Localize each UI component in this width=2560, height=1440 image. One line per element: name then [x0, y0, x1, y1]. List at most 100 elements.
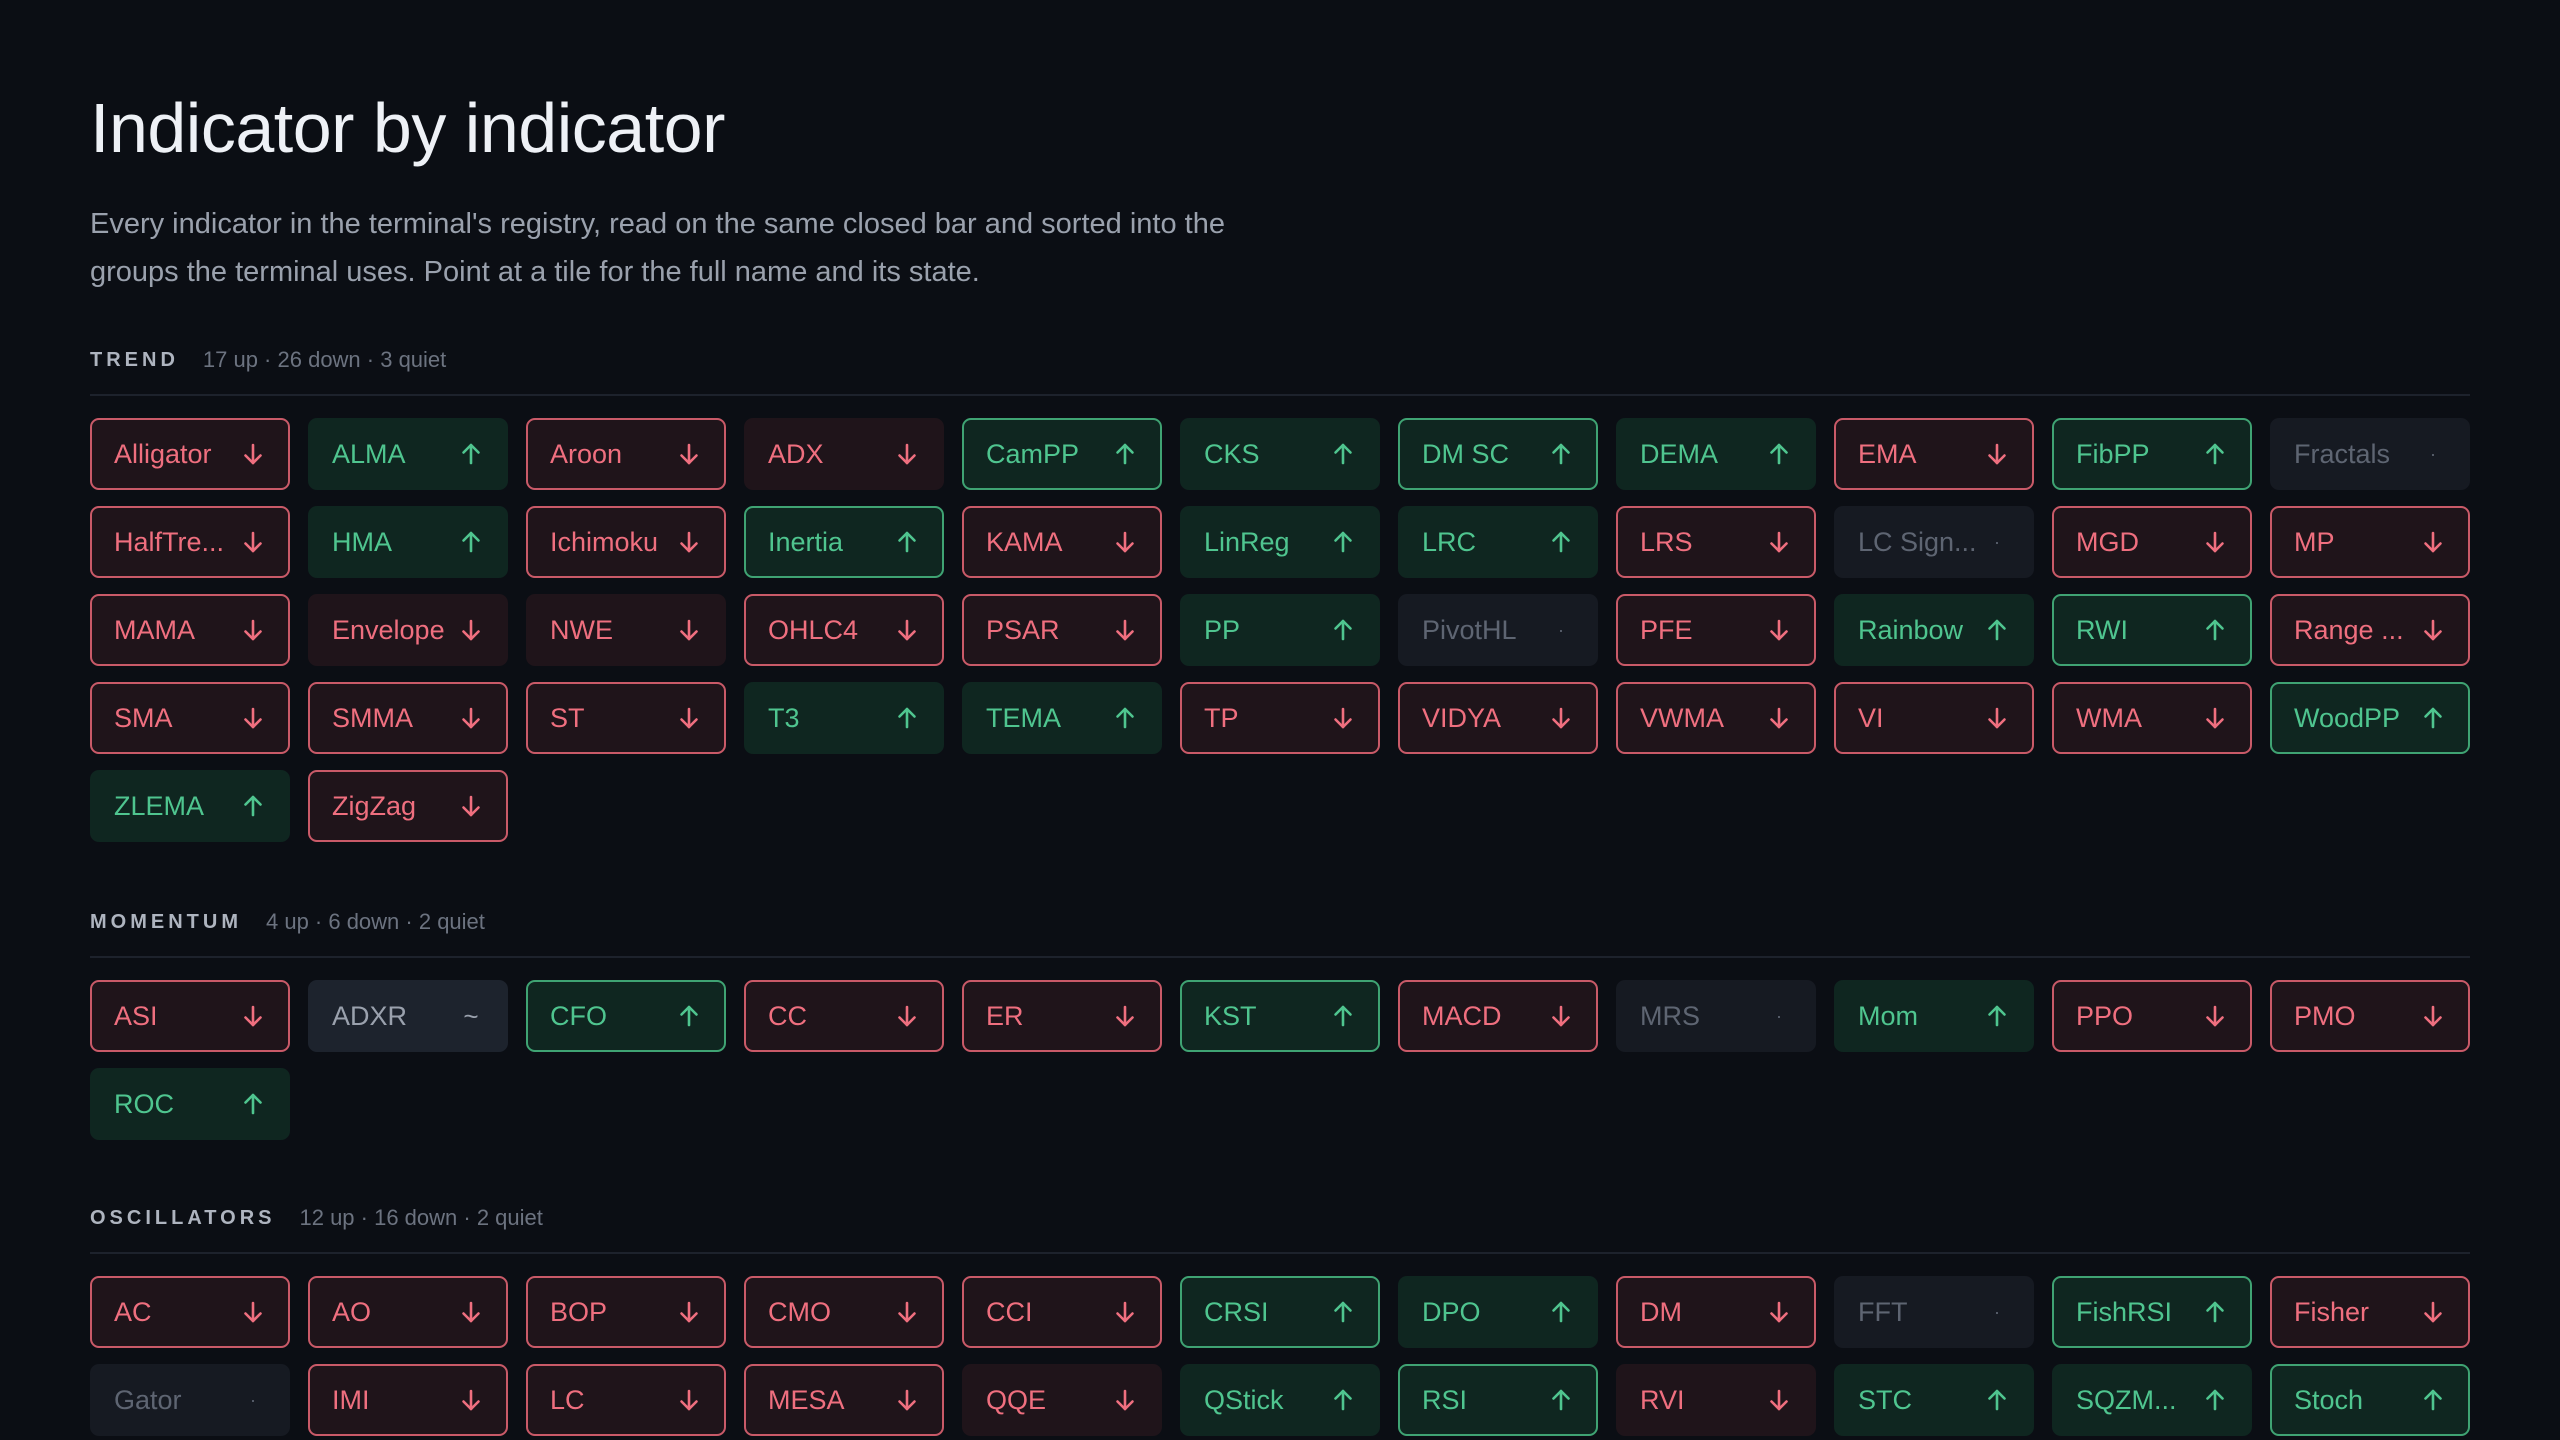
indicator-tile[interactable]: Rainbow	[1834, 594, 2034, 666]
indicator-tile[interactable]: HalfTre...	[90, 506, 290, 578]
indicator-tile[interactable]: VIDYA	[1398, 682, 1598, 754]
indicator-tile[interactable]: EMA	[1834, 418, 2034, 490]
indicator-tile[interactable]: CMO	[744, 1276, 944, 1348]
arrow-up-icon	[2202, 617, 2228, 643]
indicator-tile[interactable]: ADX	[744, 418, 944, 490]
indicator-tile[interactable]: PP	[1180, 594, 1380, 666]
indicator-tile[interactable]: PivotHL ·	[1398, 594, 1598, 666]
indicator-name: Aroon	[550, 438, 623, 469]
indicator-tile[interactable]: QQE	[962, 1364, 1162, 1436]
indicator-tile[interactable]: CFO	[526, 980, 726, 1052]
indicator-name: VI	[1858, 702, 1884, 733]
indicator-tile[interactable]: ALMA	[308, 418, 508, 490]
indicator-tile[interactable]: LC	[526, 1364, 726, 1436]
indicator-tile[interactable]: Mom	[1834, 980, 2034, 1052]
indicator-name: MACD	[1422, 1000, 1502, 1031]
indicator-tile[interactable]: SQZM...	[2052, 1364, 2252, 1436]
indicator-tile[interactable]: AO	[308, 1276, 508, 1348]
arrow-down-icon	[676, 1387, 702, 1413]
indicator-tile[interactable]: DM SC	[1398, 418, 1598, 490]
indicator-tile[interactable]: Fractals ·	[2270, 418, 2470, 490]
indicator-tile[interactable]: LC Sign... ·	[1834, 506, 2034, 578]
indicator-tile[interactable]: LinReg	[1180, 506, 1380, 578]
indicator-name: ADXR	[332, 1000, 408, 1031]
indicator-name: Fisher	[2294, 1296, 2370, 1327]
indicator-tile[interactable]: RSI	[1398, 1364, 1598, 1436]
indicator-tile[interactable]: CKS	[1180, 418, 1380, 490]
indicator-tile[interactable]: Stoch	[2270, 1364, 2470, 1436]
indicator-tile[interactable]: ROC	[90, 1068, 290, 1140]
indicator-tile[interactable]: PPO	[2052, 980, 2252, 1052]
indicator-tile[interactable]: WMA	[2052, 682, 2252, 754]
indicator-name: FishRSI	[2076, 1296, 2173, 1327]
dot-icon: ·	[1776, 1005, 1782, 1026]
indicator-tile[interactable]: Gator ·	[90, 1364, 290, 1436]
indicator-tile[interactable]: CamPP	[962, 418, 1162, 490]
indicator-tile[interactable]: Range ...	[2270, 594, 2470, 666]
indicator-tile[interactable]: CRSI	[1180, 1276, 1380, 1348]
indicator-tile[interactable]: ST	[526, 682, 726, 754]
indicator-tile[interactable]: TEMA	[962, 682, 1162, 754]
indicator-tile[interactable]: Alligator	[90, 418, 290, 490]
indicator-tile[interactable]: DEMA	[1616, 418, 1816, 490]
indicator-tile[interactable]: PMO	[2270, 980, 2470, 1052]
arrow-down-icon	[1112, 529, 1138, 555]
indicator-tile[interactable]: FishRSI	[2052, 1276, 2252, 1348]
indicator-tile[interactable]: KST	[1180, 980, 1380, 1052]
indicator-tile[interactable]: MAMA	[90, 594, 290, 666]
indicator-tile[interactable]: TP	[1180, 682, 1380, 754]
indicator-tile[interactable]: LRS	[1616, 506, 1816, 578]
indicator-tile[interactable]: QStick	[1180, 1364, 1380, 1436]
indicator-tile[interactable]: SMMA	[308, 682, 508, 754]
indicator-name: HalfTre...	[114, 526, 225, 557]
indicator-tile[interactable]: NWE	[526, 594, 726, 666]
indicator-tile[interactable]: ZigZag	[308, 770, 508, 842]
indicator-tile[interactable]: ASI	[90, 980, 290, 1052]
indicator-tile[interactable]: RVI	[1616, 1364, 1816, 1436]
indicator-tile[interactable]: FFT ·	[1834, 1276, 2034, 1348]
indicator-tile[interactable]: Envelope	[308, 594, 508, 666]
indicator-tile[interactable]: SMA	[90, 682, 290, 754]
indicator-tile[interactable]: BOP	[526, 1276, 726, 1348]
indicator-tile[interactable]: ER	[962, 980, 1162, 1052]
indicator-tile[interactable]: LRC	[1398, 506, 1598, 578]
indicator-tile[interactable]: FibPP	[2052, 418, 2252, 490]
indicator-name: WMA	[2076, 702, 2142, 733]
indicator-tile[interactable]: PSAR	[962, 594, 1162, 666]
indicator-tile[interactable]: WoodPP	[2270, 682, 2470, 754]
arrow-up-icon	[676, 1003, 702, 1029]
indicator-tile[interactable]: DM	[1616, 1276, 1816, 1348]
indicator-name: SMA	[114, 702, 173, 733]
indicator-tile[interactable]: MP	[2270, 506, 2470, 578]
indicator-tile[interactable]: AC	[90, 1276, 290, 1348]
indicator-tile[interactable]: MACD	[1398, 980, 1598, 1052]
indicator-tile[interactable]: CC	[744, 980, 944, 1052]
indicator-tile[interactable]: STC	[1834, 1364, 2034, 1436]
indicator-tile[interactable]: IMI	[308, 1364, 508, 1436]
indicator-tile[interactable]: MESA	[744, 1364, 944, 1436]
indicator-tile[interactable]: Ichimoku	[526, 506, 726, 578]
indicator-tile[interactable]: Inertia	[744, 506, 944, 578]
indicator-tile[interactable]: PFE	[1616, 594, 1816, 666]
indicator-tile[interactable]: VWMA	[1616, 682, 1816, 754]
indicator-tile[interactable]: CCI	[962, 1276, 1162, 1348]
indicator-tile[interactable]: Fisher	[2270, 1276, 2470, 1348]
indicator-tile[interactable]: T3	[744, 682, 944, 754]
indicator-name: QStick	[1204, 1384, 1284, 1415]
arrow-up-icon	[1330, 1299, 1356, 1325]
arrow-down-icon	[676, 705, 702, 731]
indicator-tile[interactable]: KAMA	[962, 506, 1162, 578]
indicator-tile[interactable]: HMA	[308, 506, 508, 578]
indicator-name: ER	[986, 1000, 1024, 1031]
indicator-tile[interactable]: OHLC4	[744, 594, 944, 666]
indicator-tile[interactable]: Aroon	[526, 418, 726, 490]
arrow-down-icon	[676, 617, 702, 643]
indicator-tile[interactable]: ZLEMA	[90, 770, 290, 842]
indicator-tile[interactable]: MRS ·	[1616, 980, 1816, 1052]
indicator-tile[interactable]: DPO	[1398, 1276, 1598, 1348]
indicator-name: MRS	[1640, 1000, 1700, 1031]
indicator-tile[interactable]: RWI	[2052, 594, 2252, 666]
indicator-tile[interactable]: MGD	[2052, 506, 2252, 578]
indicator-tile[interactable]: ADXR ~	[308, 980, 508, 1052]
indicator-tile[interactable]: VI	[1834, 682, 2034, 754]
